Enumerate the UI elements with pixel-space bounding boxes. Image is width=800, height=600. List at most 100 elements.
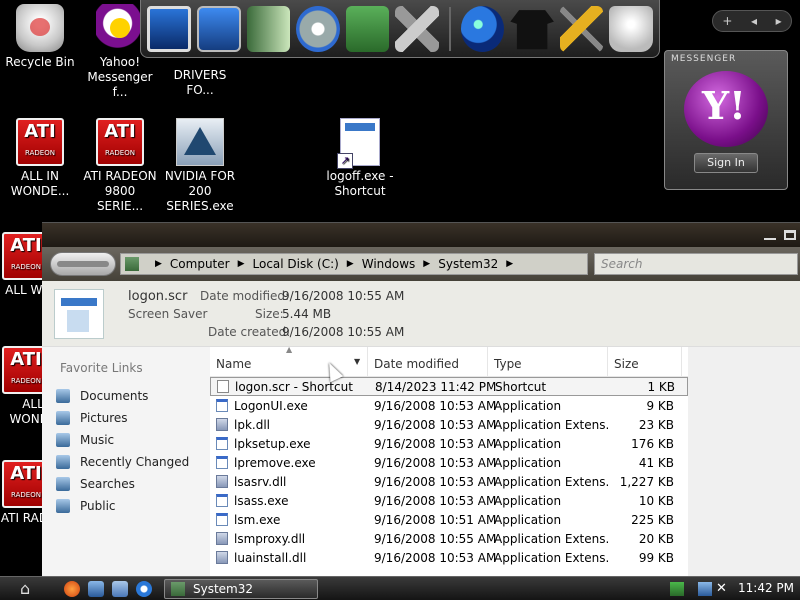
breadcrumb-computer[interactable]: Computer [170,257,230,271]
file-size: 23 KB [638,417,674,432]
media-icon[interactable] [296,5,340,52]
details-size-label: Size: [255,307,284,321]
column-header-date-modified[interactable]: Date modified [368,347,488,376]
tshirt-icon[interactable] [510,10,554,50]
details-filetype: Screen Saver [128,307,208,321]
pictures-icon[interactable] [345,5,390,52]
folder-icon [171,582,185,596]
yahoo-logo-icon [684,71,768,147]
favorite-music[interactable]: Music [42,429,210,451]
yahoo-messenger-icon [96,4,144,52]
globe-icon[interactable] [460,5,505,52]
breadcrumb-local-disk[interactable]: Local Disk (C:) [253,257,339,271]
file-name-cell: lsm.exe [210,513,368,527]
nvidia-icon [176,118,224,166]
desktop-icon-nvidia[interactable]: NVIDIA FOR 200 SERIES.exe [160,118,240,214]
desktop-icon-all-in-wonder[interactable]: ALL IN WONDE... [0,118,80,199]
desktop-icon-recycle-bin[interactable]: Recycle Bin [0,4,80,70]
file-row[interactable]: lpksetup.exe 9/16/2008 10:53 AM Applicatio… [210,434,688,453]
file-row[interactable]: lsass.exe 9/16/2008 10:53 AM Application 10… [210,491,688,510]
sign-in-button[interactable]: Sign In [694,153,758,173]
next-gadget-button[interactable]: ▸ [776,14,782,28]
file-row[interactable]: logon.scr - Shortcut 8/14/2023 11:42 PM Sh… [210,377,688,396]
file-row[interactable]: lsasrv.dll 9/16/2008 10:53 AM Application … [210,472,688,491]
breadcrumb-system32[interactable]: System32 [438,257,498,271]
messenger-title: MESSENGER [671,54,737,64]
favorite-public[interactable]: Public [42,495,210,517]
file-size: 20 KB [638,531,674,546]
network-icon[interactable] [670,582,684,596]
file-name-cell: lsass.exe [210,494,368,508]
file-name-cell: lpk.dll [210,418,368,432]
show-desktop-icon[interactable] [88,581,104,597]
desktop-icon-label: NVIDIA FOR 200 SERIES.exe [164,169,236,213]
favorite-documents[interactable]: Documents [42,385,210,407]
favorite-pictures[interactable]: Pictures [42,407,210,429]
trash-icon[interactable] [609,5,654,52]
address-bar[interactable]: ▶ Computer ▶ Local Disk (C:) ▶ Windows ▶… [120,253,588,275]
favorite-recently-changed[interactable]: Recently Changed [42,451,210,473]
file-date: 9/16/2008 10:53 AM [374,417,497,432]
display-tray-icon[interactable] [698,582,712,596]
switch-windows-icon[interactable] [112,581,128,597]
file-type: Shortcut [495,379,547,394]
internet-explorer-icon[interactable] [136,581,152,597]
chevron-right-icon[interactable]: ▶ [155,259,162,269]
file-name: lsass.exe [234,493,289,508]
firefox-icon[interactable] [64,581,80,597]
desktop-icon-ati-radeon-9800[interactable]: ATI RADEON 9800 SERIE... [80,118,160,214]
search-input[interactable]: Search [594,253,798,275]
back-forward-buttons[interactable] [50,252,116,276]
file-row[interactable]: lpremove.exe 9/16/2008 10:53 AM Applicatio… [210,453,688,472]
desktop-icon-logoff-shortcut[interactable]: logoff.exe - Shortcut [320,118,400,199]
chevron-right-icon[interactable]: ▶ [506,259,513,269]
breadcrumb-windows[interactable]: Windows [362,257,416,271]
documents-icon [56,389,70,403]
documents-icon[interactable] [246,5,291,52]
folder-icon [125,257,139,271]
minimize-icon[interactable] [764,230,776,240]
prev-gadget-button[interactable]: ◂ [751,14,757,28]
chevron-right-icon[interactable]: ▶ [423,259,430,269]
chevron-right-icon[interactable]: ▶ [347,259,354,269]
taskbar-button-system32[interactable]: System32 [164,579,318,599]
display-icon[interactable] [196,5,241,52]
favorite-label: Pictures [80,411,128,425]
desktop-icon-drivers[interactable]: DRIVERS FO... [160,56,240,98]
application-file-icon [216,399,228,412]
file-row[interactable]: lsmproxy.dll 9/16/2008 10:55 AM Applicatio… [210,529,688,548]
file-row[interactable]: LogonUI.exe 9/16/2008 10:53 AM Application… [210,396,688,415]
file-date: 9/16/2008 10:53 AM [374,436,497,451]
taskbar-clock[interactable]: 11:42 PM [738,581,794,595]
sort-up-icon: ▲ [286,347,293,354]
file-name-cell: lpksetup.exe [210,437,368,451]
add-gadget-button[interactable]: + [722,14,732,28]
taskbar: ⌂ System32 ✕ 11:42 PM [0,576,800,600]
favorite-searches[interactable]: Searches [42,473,210,495]
volume-muted-icon[interactable]: ✕ [716,582,730,596]
dll-file-icon [216,475,228,488]
search-icon [56,477,70,491]
file-row[interactable]: lpk.dll 9/16/2008 10:53 AM Application Ext… [210,415,688,434]
window-title-bar[interactable] [42,223,800,247]
home-icon[interactable]: ⌂ [20,580,38,598]
file-type: Application [494,436,562,451]
shortcut-file-icon [217,380,229,393]
desktop-icon-label: ALL IN WONDE... [10,169,70,198]
file-type: Application Extens... [494,417,608,432]
monitor-icon[interactable] [147,5,191,52]
recycle-bin-icon [16,4,64,52]
desktop-icon-label: logoff.exe - Shortcut [326,169,394,198]
chevron-down-icon[interactable]: ▼ [354,357,360,366]
maximize-icon[interactable] [784,230,796,240]
application-file-icon [216,513,228,526]
column-header-type[interactable]: Type [488,347,608,376]
hammer-icon[interactable] [559,5,604,52]
file-row[interactable]: luainstall.dll 9/16/2008 10:53 AM Applicat… [210,548,688,567]
tools-icon[interactable] [395,5,439,52]
file-type: Application Extens... [494,550,608,565]
chevron-right-icon[interactable]: ▶ [238,259,245,269]
favorite-links-title: Favorite Links [60,361,143,375]
file-row[interactable]: lsm.exe 9/16/2008 10:51 AM Application 225 … [210,510,688,529]
column-header-size[interactable]: Size [608,347,682,376]
